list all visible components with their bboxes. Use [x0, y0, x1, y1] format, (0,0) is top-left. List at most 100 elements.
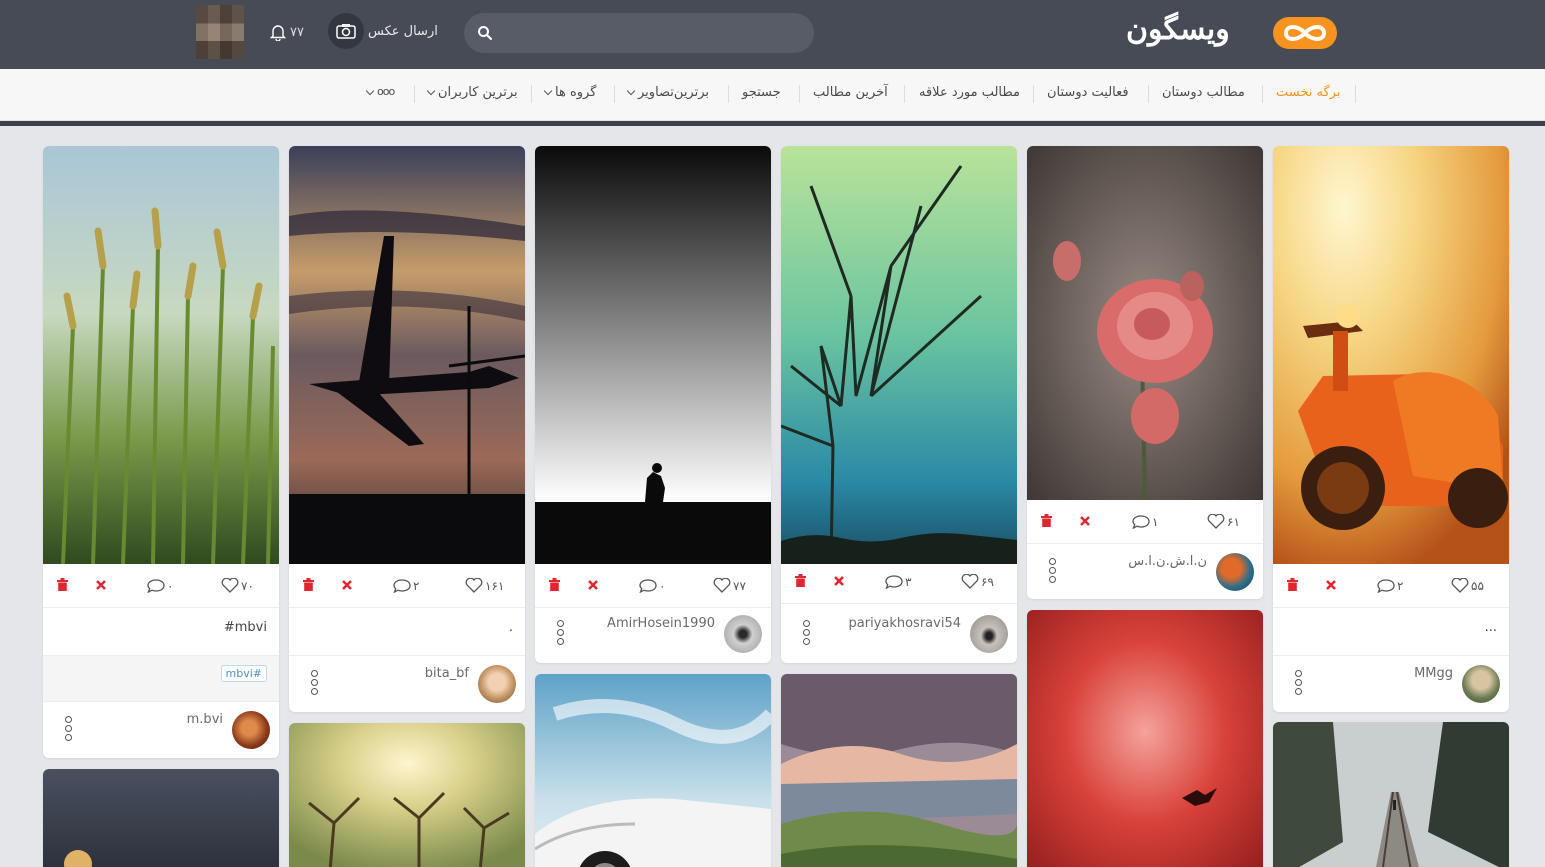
post-image[interactable] [43, 769, 279, 867]
author-name[interactable]: ن.ا.ش.ن.ا.س [1128, 554, 1207, 569]
nav-item-label: برترین‌تصاویر [638, 85, 710, 100]
post-image[interactable] [1273, 722, 1509, 867]
infinity-logo-icon [1273, 17, 1337, 49]
nav-item-top-users[interactable]: برترین کاربران [426, 85, 518, 103]
author-name[interactable]: bita_bf [425, 666, 469, 681]
like-button[interactable]: ۷۰ [221, 578, 254, 593]
more-vertical-icon[interactable] [803, 620, 811, 648]
close-icon[interactable] [95, 579, 107, 591]
comment-button[interactable]: ۰ [147, 578, 173, 593]
hashtag-link[interactable]: mbvi# [220, 665, 267, 682]
author-avatar[interactable] [232, 711, 270, 749]
nav-separator [904, 85, 905, 103]
nav-separator [531, 85, 532, 103]
trash-icon[interactable] [57, 578, 68, 591]
nav-item-search[interactable]: جستجو [742, 85, 781, 103]
trash-icon[interactable] [1287, 578, 1298, 591]
post-card [1273, 722, 1509, 867]
nav-item-label: برترین کاربران [438, 85, 518, 100]
nav-item-more[interactable]: ooo [365, 85, 395, 103]
author-name[interactable]: m.bvi [187, 712, 223, 727]
post-image[interactable] [535, 674, 771, 867]
nav-item-top-photos[interactable]: برترین‌تصاویر [626, 85, 710, 103]
author-name[interactable]: MMgg [1414, 666, 1453, 681]
post-image[interactable] [43, 146, 279, 564]
post-image[interactable] [781, 674, 1017, 867]
comment-button[interactable]: ۲ [393, 578, 419, 593]
close-icon[interactable] [341, 579, 353, 591]
post-image[interactable] [535, 146, 771, 564]
post-image[interactable] [289, 146, 525, 564]
notifications-button[interactable]: ۷۷ [270, 21, 304, 43]
close-icon[interactable] [833, 575, 845, 587]
post-card [781, 674, 1017, 867]
author-name[interactable]: pariyakhosravi54 [849, 616, 962, 631]
post-actions: ۶۹ ۳ [781, 560, 1017, 604]
chevron-down-icon [426, 86, 436, 96]
post-image[interactable] [289, 723, 525, 867]
like-button[interactable]: ۶۱ [1207, 514, 1240, 529]
post-card [535, 674, 771, 867]
close-icon[interactable] [1079, 515, 1091, 527]
author-avatar[interactable] [1462, 665, 1500, 703]
search-input[interactable] [504, 13, 804, 53]
comment-icon [147, 579, 165, 593]
like-button[interactable]: ۶۹ [961, 574, 994, 589]
post-card [1027, 610, 1263, 867]
chevron-down-icon [365, 86, 375, 96]
more-vertical-icon[interactable] [1049, 558, 1057, 586]
like-button[interactable]: ۱۶۱ [465, 578, 504, 593]
send-photo-label: ارسال عکس [368, 23, 438, 39]
trash-icon[interactable] [303, 578, 314, 591]
author-name[interactable]: AmirHosein1990 [607, 616, 715, 631]
like-button[interactable]: ۷۷ [713, 578, 746, 593]
trash-icon[interactable] [549, 578, 560, 591]
more-vertical-icon[interactable] [311, 670, 319, 698]
user-avatar[interactable] [196, 5, 244, 59]
comment-icon [1377, 579, 1395, 593]
like-button[interactable]: ۵۵ [1451, 578, 1484, 593]
post-image[interactable] [1273, 146, 1509, 564]
nav-item-friends-activity[interactable]: فعالیت دوستان [1047, 85, 1129, 103]
author-avatar[interactable] [724, 615, 762, 653]
heart-icon [1451, 578, 1469, 593]
comment-count: ۳ [905, 574, 912, 589]
caption-text: ... [1484, 620, 1497, 635]
post-image[interactable] [1027, 610, 1263, 867]
author-avatar[interactable] [970, 615, 1008, 653]
post-card: ۷۰ ۰ mbvi# mbvi# m.bvi [43, 146, 279, 758]
nav-item-favorites[interactable]: مطالب مورد علاقه [919, 85, 1020, 103]
nav-item-groups[interactable]: گروه ها [543, 85, 596, 103]
comment-count: ۲ [1397, 578, 1404, 593]
author-avatar[interactable] [1216, 553, 1254, 591]
nav-item-friends-posts[interactable]: مطالب دوستان [1162, 85, 1245, 103]
camera-icon [328, 13, 364, 49]
post-image[interactable] [1027, 146, 1263, 500]
comment-button[interactable]: ۲ [1377, 578, 1403, 593]
site-logo[interactable]: ویسگون [1122, 8, 1342, 58]
comment-button[interactable]: ۳ [885, 574, 911, 589]
top-header: ویسگون ارسال عکس ۷۷ [0, 0, 1545, 69]
more-vertical-icon[interactable] [65, 716, 73, 744]
more-vertical-icon[interactable] [557, 620, 565, 648]
author-avatar[interactable] [478, 665, 516, 703]
nav-item-latest[interactable]: آخرین مطالب [813, 85, 888, 103]
trash-icon[interactable] [1041, 514, 1052, 527]
send-photo-button[interactable]: ارسال عکس [328, 13, 443, 49]
comment-button[interactable]: ۰ [639, 578, 665, 593]
comment-button[interactable]: ۱ [1132, 514, 1158, 529]
trash-icon[interactable] [795, 574, 806, 587]
post-actions: ۱۶۱ ۲ [289, 564, 525, 608]
nav-divider [0, 121, 1545, 126]
search-icon[interactable] [477, 25, 493, 41]
close-icon[interactable] [587, 579, 599, 591]
search-box [464, 13, 814, 53]
post-actions: ۵۵ ۲ [1273, 564, 1509, 608]
post-image[interactable] [781, 146, 1017, 564]
post-caption: mbvi# [43, 608, 279, 656]
nav-item-home[interactable]: برگه نخست [1276, 85, 1340, 103]
close-icon[interactable] [1325, 579, 1337, 591]
more-vertical-icon[interactable] [1295, 670, 1303, 698]
post-card: ۵۵ ۲ ... MMgg [1273, 146, 1509, 712]
post-tags: mbvi# [43, 656, 279, 702]
